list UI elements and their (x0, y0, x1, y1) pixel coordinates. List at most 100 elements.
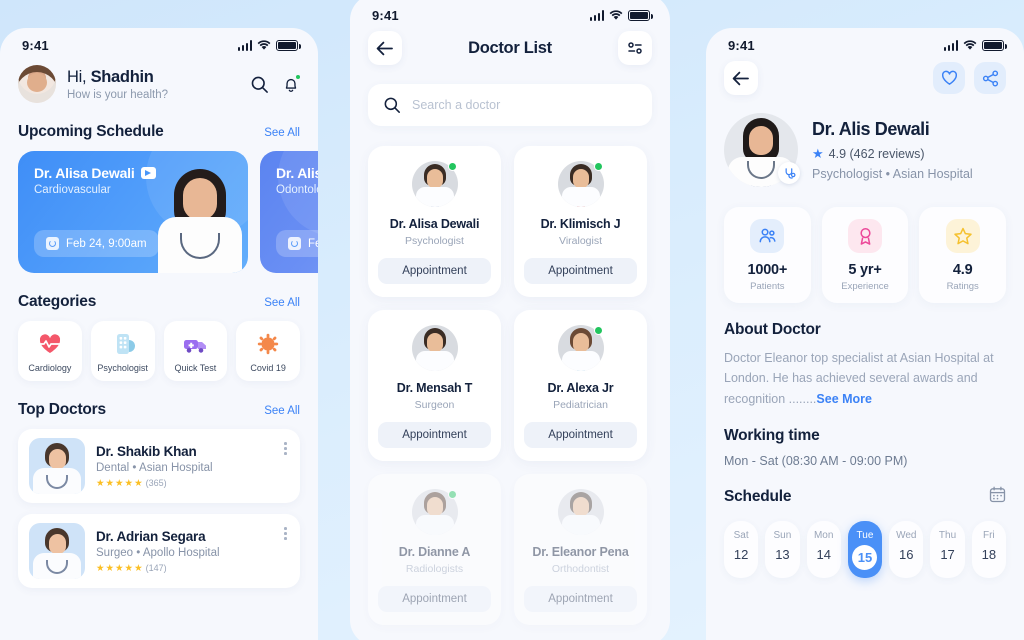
search-button[interactable] (250, 75, 269, 94)
search-input[interactable]: Search a doctor (368, 84, 652, 126)
doctor-name: Dr. Alexa Jr (547, 381, 614, 395)
appointment-button[interactable]: Appointment (524, 586, 637, 612)
battery-icon (276, 40, 301, 51)
online-badge (593, 162, 603, 171)
notification-dot (294, 73, 301, 80)
notification-button[interactable] (282, 73, 301, 94)
detail-actions (933, 62, 1006, 94)
date-option[interactable]: Sat 12 (724, 520, 759, 578)
date-number: 12 (733, 546, 749, 562)
schedule-time-text: Feb 24, 9:00am (66, 237, 147, 250)
schedule-header: Schedule (724, 486, 1006, 508)
calendar-icon (288, 237, 301, 250)
rating-row: ★★★★★ (147) (96, 563, 289, 574)
doctor-name: Dr. Adrian Segara (96, 528, 206, 544)
top-doctors-see-all[interactable]: See All (264, 405, 300, 417)
category-cardiology[interactable]: Cardiology (18, 321, 82, 381)
date-option-selected[interactable]: Tue 15 (847, 520, 883, 578)
greeting-line: Hi, Shadhin (67, 68, 239, 87)
share-icon (982, 70, 998, 86)
working-time-title: Working time (724, 426, 820, 444)
review-count: (147) (145, 563, 167, 573)
appointment-button[interactable]: Appointment (378, 422, 491, 448)
more-options-icon[interactable] (284, 527, 287, 540)
ambulance-icon (182, 332, 208, 356)
doctor-profile-info: Dr. Alis Dewali ★ 4.9 (462 reviews) Psych… (812, 119, 973, 181)
appointment-button[interactable]: Appointment (378, 586, 491, 612)
back-button[interactable] (368, 31, 402, 65)
doctor-list-screen: 9:41 Doctor List Search a doctor Dr. Ali (350, 0, 670, 640)
list-item[interactable]: Dr. Shakib Khan Dental • Asian Hospital … (18, 429, 300, 503)
avatar[interactable] (18, 65, 56, 103)
upcoming-see-all[interactable]: See All (264, 127, 300, 139)
appointment-button[interactable]: Appointment (524, 422, 637, 448)
schedule-card[interactable]: Dr. Alisa Dewali Cardiovascular Feb 24, … (18, 151, 248, 273)
doctor-card[interactable]: Dr. Eleanor Pena Orthodontist Appointmen… (514, 474, 647, 625)
doctor-card[interactable]: Dr. Mensah T Surgeon Appointment (368, 310, 501, 461)
about-title: About Doctor (724, 321, 821, 338)
doctor-avatar (557, 489, 604, 535)
category-quick-test[interactable]: Quick Test (163, 321, 228, 381)
doctor-card[interactable]: Dr. Klimisch J Viralogist Appointment (514, 146, 647, 297)
share-button[interactable] (974, 62, 1006, 94)
doctor-avatar (411, 161, 458, 207)
online-badge (447, 162, 457, 171)
appointment-button[interactable]: Appointment (524, 258, 637, 284)
schedule-name-text: Dr. Alisa Dewali (34, 165, 135, 181)
search-icon (251, 76, 268, 93)
date-option[interactable]: Fri 18 (971, 520, 1006, 578)
doctor-name: Dr. Eleanor Pena (532, 545, 629, 559)
filter-button[interactable] (617, 31, 652, 65)
stethoscope-badge-icon (778, 162, 800, 184)
doctor-profile: Dr. Alis Dewali ★ 4.9 (462 reviews) Psych… (706, 95, 1024, 187)
category-psychologist[interactable]: Psychologist (90, 321, 155, 381)
doctor-specialty: Pediatrician (553, 399, 608, 411)
doctor-card[interactable]: Dr. Alisa Dewali Psychologist Appointmen… (368, 146, 501, 297)
schedule-specialty: Odontologist (276, 184, 318, 196)
category-covid-19[interactable]: Covid 19 (236, 321, 300, 381)
working-time-value: Mon - Sat (08:30 AM - 09:00 PM) (724, 453, 908, 468)
doctor-card[interactable]: Dr. Dianne A Radiologists Appointment (368, 474, 501, 625)
favorite-button[interactable] (933, 62, 965, 94)
doctor-info: Dr. Shakib Khan Dental • Asian Hospital … (96, 444, 289, 489)
date-option[interactable]: Wed 16 (889, 520, 924, 578)
calendar-button[interactable] (989, 486, 1006, 508)
categories-see-all[interactable]: See All (264, 297, 300, 309)
online-badge (447, 490, 457, 499)
rating-row: ★ 4.9 (462 reviews) (812, 146, 973, 162)
date-number: 13 (775, 546, 790, 562)
doctor-card[interactable]: Dr. Alexa Jr Pediatrician Appointment (514, 310, 647, 461)
search-icon (384, 97, 400, 113)
doctor-specialty: Radiologists (405, 563, 464, 575)
date-day: Fri (982, 529, 995, 541)
home-screen: 9:41 Hi, Shadhin How is your health? Upc… (0, 28, 318, 640)
greeting-subtitle: How is your health? (67, 88, 168, 101)
category-label: Covid 19 (250, 363, 286, 373)
users-icon (750, 219, 785, 253)
date-option[interactable]: Thu 17 (930, 520, 965, 578)
see-more-link[interactable]: See More (816, 392, 872, 406)
page-title: Doctor List (468, 38, 552, 57)
doctor-avatar (557, 161, 604, 207)
schedule-card[interactable]: Dr. Alison Borne Odontologist Feb 26, 11… (260, 151, 318, 273)
date-option[interactable]: Mon 14 (806, 520, 841, 578)
more-options-icon[interactable] (284, 442, 287, 455)
doctor-info: Dr. Adrian Segara Surgeo • Apollo Hospit… (96, 529, 289, 574)
date-day: Sun (773, 529, 792, 541)
rating-text: 4.9 (462 reviews) (828, 147, 925, 161)
categories-section-header: Categories See All (0, 293, 318, 311)
upcoming-schedule-list[interactable]: Dr. Alisa Dewali Cardiovascular Feb 24, … (0, 151, 318, 273)
star-icon (945, 219, 980, 253)
star-icon: ★★★★★ (96, 562, 144, 574)
review-count: (365) (145, 478, 167, 488)
doctor-list-header: Doctor List (350, 25, 670, 65)
doctor-name: Dr. Klimisch J (540, 217, 621, 231)
user-name: Shadhin (90, 67, 154, 86)
filter-icon (628, 42, 642, 54)
date-option[interactable]: Sun 13 (765, 520, 800, 578)
status-time: 9:41 (372, 8, 399, 23)
list-item[interactable]: Dr. Adrian Segara Surgeo • Apollo Hospit… (18, 514, 300, 588)
doctor-specialty: Psychologist • Asian Hospital (812, 167, 973, 181)
back-button[interactable] (724, 61, 758, 95)
appointment-button[interactable]: Appointment (378, 258, 491, 284)
